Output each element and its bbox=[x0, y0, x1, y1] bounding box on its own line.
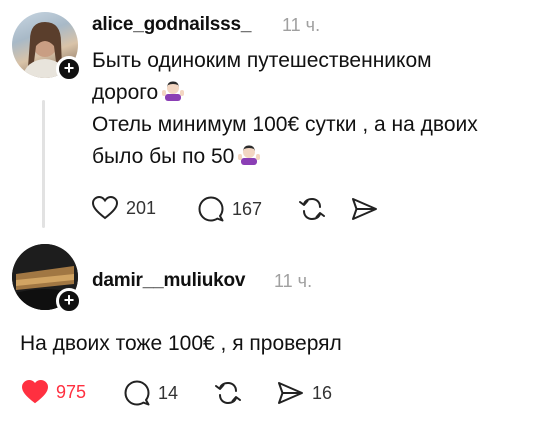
text-line: Отель минимум 100€ сутки , а на двоих bbox=[92, 113, 478, 136]
repost-icon bbox=[215, 381, 241, 405]
share-button[interactable]: 16 bbox=[276, 381, 332, 405]
repost-button[interactable] bbox=[298, 197, 326, 221]
repost-icon bbox=[299, 197, 325, 221]
username[interactable]: alice_godnailsss_ bbox=[92, 14, 251, 36]
heart-icon bbox=[22, 380, 48, 404]
avatar-alice[interactable]: + bbox=[12, 12, 82, 82]
post-2: + damir__muliukov 11 ч. На двоих тоже 10… bbox=[0, 232, 540, 440]
share-icon bbox=[278, 382, 303, 404]
share-icon bbox=[352, 198, 377, 220]
comment-button[interactable]: 167 bbox=[198, 196, 262, 222]
follow-plus-icon[interactable]: + bbox=[56, 288, 82, 314]
like-button[interactable]: 201 bbox=[92, 196, 156, 220]
like-count: 975 bbox=[56, 381, 87, 402]
comment-count: 14 bbox=[158, 382, 179, 403]
comment-button[interactable]: 14 bbox=[124, 380, 178, 406]
repost-button[interactable] bbox=[214, 381, 242, 405]
shrug-emoji bbox=[162, 81, 185, 101]
post-1: + alice_godnailsss_ 11 ч. Быть одиноким … bbox=[0, 0, 540, 232]
avatar-damir[interactable]: + bbox=[12, 244, 82, 314]
username[interactable]: damir__muliukov bbox=[92, 270, 245, 292]
share-count: 16 bbox=[312, 382, 333, 403]
timestamp: 11 ч. bbox=[274, 271, 313, 291]
like-count: 201 bbox=[126, 197, 157, 218]
thread-line bbox=[42, 100, 45, 228]
share-button[interactable] bbox=[350, 197, 378, 221]
comment-icon bbox=[198, 196, 224, 222]
text-line-with-emoji: дорого bbox=[92, 77, 478, 109]
comment-icon bbox=[124, 380, 150, 406]
like-button[interactable]: 975 bbox=[22, 380, 86, 404]
timestamp: 11 ч. bbox=[282, 15, 321, 35]
text-line: Быть одиноким путешественником bbox=[92, 49, 432, 72]
comment-count: 167 bbox=[232, 198, 263, 219]
follow-plus-icon[interactable]: + bbox=[56, 56, 82, 82]
text-line-with-emoji: было бы по 50 bbox=[92, 141, 478, 173]
post-text: На двоих тоже 100€ , я проверял bbox=[20, 332, 342, 355]
shrug-emoji bbox=[238, 145, 261, 165]
post-text: Быть одиноким путешественником дорого От… bbox=[92, 45, 478, 173]
heart-icon bbox=[92, 196, 118, 220]
